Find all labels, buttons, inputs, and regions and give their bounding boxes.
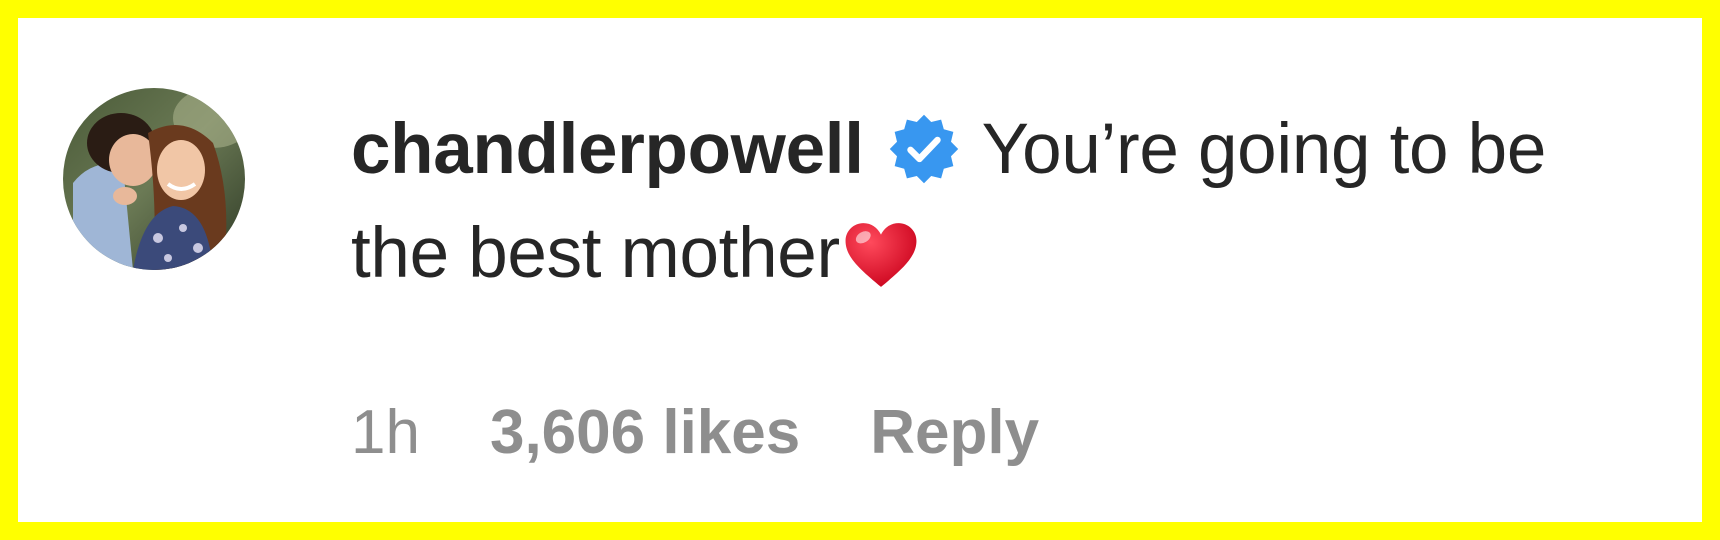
comment-card: chandlerpowell You’re going to be the be…	[0, 0, 1720, 540]
comment-timestamp: 1h	[351, 398, 420, 467]
comment-meta: 1h 3,606 likes Reply	[351, 393, 1039, 473]
verified-badge-icon	[888, 113, 960, 185]
heart-emoji-icon	[842, 219, 920, 291]
comment-body: chandlerpowell You’re going to be the be…	[351, 98, 1651, 306]
avatar-photo	[63, 88, 245, 270]
reply-button[interactable]: Reply	[870, 398, 1039, 467]
username-link[interactable]: chandlerpowell	[351, 110, 864, 189]
avatar[interactable]	[63, 88, 245, 270]
likes-count[interactable]: 3,606 likes	[490, 398, 800, 467]
